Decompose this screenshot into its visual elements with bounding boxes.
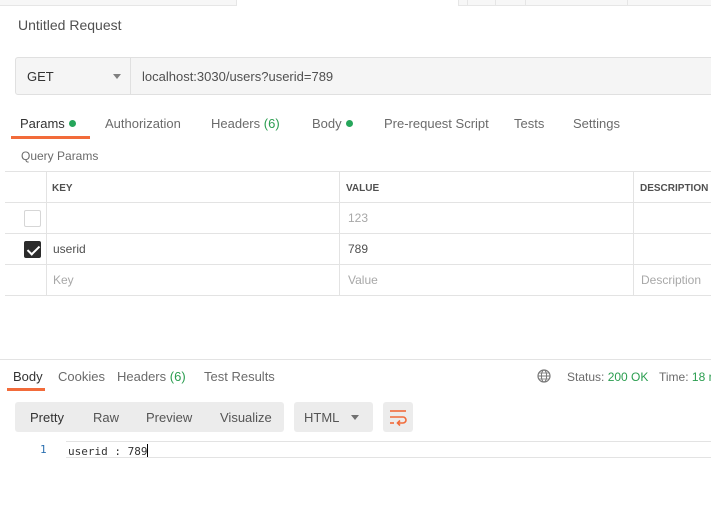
url-bar: GET localhost:3030/users?userid=789 [15, 57, 711, 95]
window-tab-strip [0, 0, 711, 6]
view-preview-button[interactable]: Preview [146, 410, 192, 425]
open-tab-right[interactable] [458, 0, 711, 6]
tab-label: Body [312, 116, 342, 131]
table-header: KEY VALUE DESCRIPTION [5, 172, 711, 203]
tab-label: Headers [211, 116, 261, 131]
status-value[interactable]: 200 OK [608, 370, 649, 384]
param-key[interactable]: userid [53, 242, 86, 256]
tab-pre-request-script[interactable]: Pre-request Script [384, 116, 489, 131]
method-label: GET [27, 69, 54, 84]
globe-icon[interactable] [537, 369, 551, 383]
tab-settings[interactable]: Settings [573, 116, 620, 131]
wrap-lines-icon [390, 410, 407, 427]
response-tab-headers[interactable]: Headers (6) [117, 369, 186, 384]
table-row: 123 [5, 203, 711, 234]
tab-authorization[interactable]: Authorization [105, 116, 181, 131]
tab-label: Authorization [105, 116, 181, 131]
time-value[interactable]: 18 n [692, 370, 711, 384]
code-line[interactable]: userid : 789 [66, 441, 711, 458]
tab-label: Settings [573, 116, 620, 131]
response-tab-test-results[interactable]: Test Results [204, 369, 275, 384]
section-label: Query Params [21, 149, 99, 163]
param-value[interactable]: 789 [348, 242, 368, 256]
code-text: userid : 789 [68, 445, 148, 458]
description-placeholder[interactable]: Description [641, 273, 701, 287]
response-body-editor[interactable]: 1 userid : 789 [0, 441, 711, 459]
view-pretty-button[interactable]: Pretty [30, 410, 64, 425]
column-header-value: VALUE [346, 183, 380, 194]
response-tab-body[interactable]: Body [13, 369, 43, 384]
checkbox-icon[interactable] [24, 210, 41, 227]
format-label: HTML [304, 410, 340, 425]
response-tab-cookies[interactable]: Cookies [58, 369, 105, 384]
view-raw-button[interactable]: Raw [93, 410, 119, 425]
text-cursor [147, 444, 149, 457]
table-row-new: Key Value Description [5, 265, 711, 296]
response-time: Time: 18 n [659, 370, 711, 384]
chevron-down-icon [351, 415, 359, 420]
status-dot [68, 120, 76, 127]
request-title[interactable]: Untitled Request [18, 17, 122, 33]
value-placeholder[interactable]: Value [348, 273, 378, 287]
tab-body[interactable]: Body [312, 116, 353, 131]
tab-count: (6) [263, 116, 280, 131]
line-number: 1 [40, 443, 47, 456]
param-value[interactable]: 123 [348, 211, 368, 225]
params-table: KEY VALUE DESCRIPTION 123 userid 789 Key… [5, 171, 711, 296]
url-input[interactable]: localhost:3030/users?userid=789 [142, 69, 333, 84]
request-tabs: Params Authorization Headers (6) Body Pr… [0, 112, 711, 140]
pane-divider[interactable] [0, 359, 711, 360]
view-mode-group: Pretty Raw Preview Visualize [15, 402, 284, 432]
column-header-key: KEY [52, 183, 73, 194]
open-tab-left[interactable] [0, 0, 237, 6]
wrap-lines-button[interactable] [383, 402, 413, 432]
active-tab-indicator [11, 136, 90, 139]
table-row: userid 789 [5, 234, 711, 265]
checkbox-icon[interactable] [24, 241, 41, 258]
chevron-down-icon [113, 74, 121, 79]
response-tabs: Body Cookies Headers (6) Test Results St… [0, 366, 711, 392]
view-visualize-button[interactable]: Visualize [220, 410, 272, 425]
tab-tests[interactable]: Tests [514, 116, 544, 131]
tab-headers[interactable]: Headers (6) [211, 116, 280, 131]
tab-label: Pre-request Script [384, 116, 489, 131]
response-status: Status: 200 OK [567, 370, 649, 384]
tab-params[interactable]: Params [20, 116, 76, 131]
tab-label: Tests [514, 116, 545, 131]
key-placeholder[interactable]: Key [53, 273, 74, 287]
status-dot [345, 120, 353, 127]
method-select[interactable]: GET [16, 58, 131, 94]
column-header-description: DESCRIPTION [640, 183, 709, 194]
format-select[interactable]: HTML [294, 402, 373, 432]
active-response-tab-indicator [7, 388, 45, 391]
tab-label: Params [20, 116, 65, 131]
